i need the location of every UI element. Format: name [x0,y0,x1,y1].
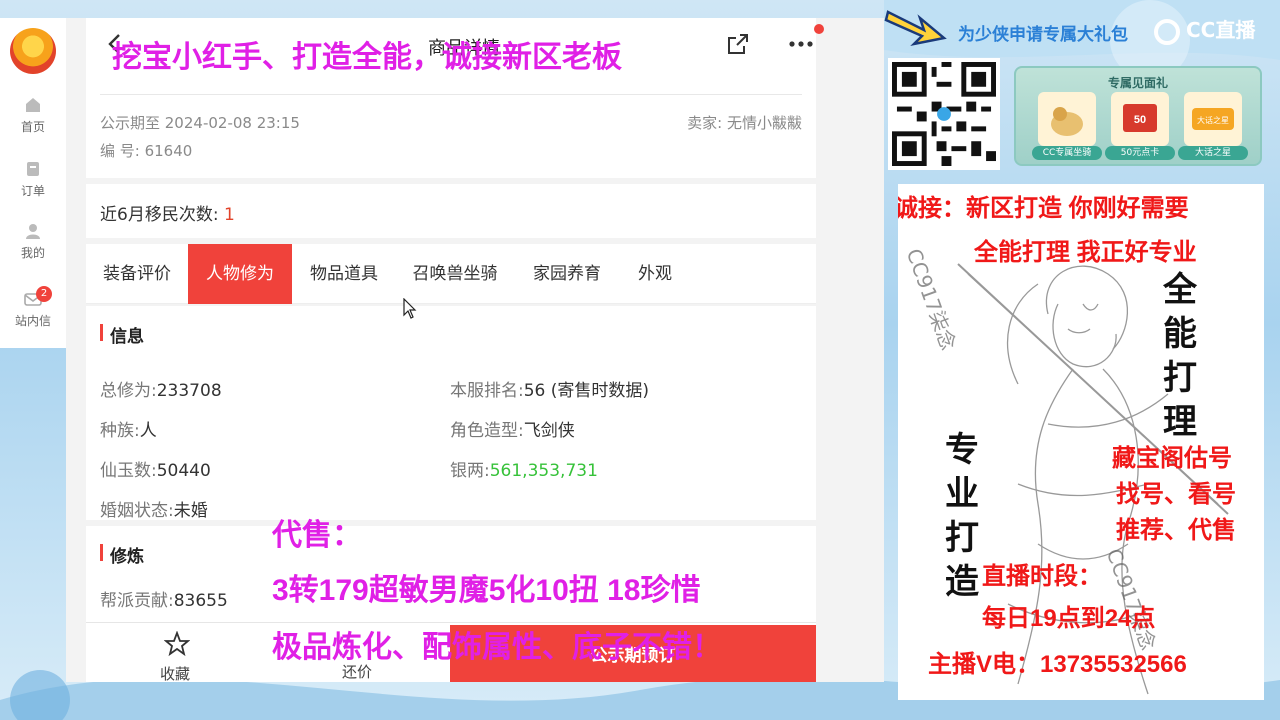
mount-icon [1051,107,1083,136]
gift-box-panel[interactable]: 专属见面礼 50 大话之星 CC专属坐骑 50元点卡 大话之星 [1014,66,1262,166]
poster-vertical-right: 全能打理 [1163,270,1197,442]
cc-live-logo: CC直播 [1154,14,1270,48]
marital-status: 婚姻状态:未婚 [100,501,208,521]
live-hours: 每日19点到24点 [982,605,1156,632]
nav-mine-label: 我的 [20,246,45,260]
star-icon[interactable] [164,631,190,657]
poster-service-2: 找号、看号 [1116,481,1236,508]
tab-character[interactable]: 人物修为 [188,244,292,304]
character-model: 角色造型:飞剑侠 [450,421,575,441]
tab-pets-mounts[interactable]: 召唤兽坐骑 [396,244,514,304]
gift-title: 专属见面礼 [1107,76,1168,90]
poster-vertical-left: 专业打造 [945,430,979,602]
tab-appearance[interactable]: 外观 [620,244,690,304]
promo-banner-text: 为少侠申请专属大礼包 [958,25,1128,45]
race: 种族:人 [100,421,157,441]
nav-orders-label: 订单 [20,184,45,198]
seller-name[interactable]: 卖家: 无情小黻黻 [687,112,802,133]
gift-mount-item [1038,92,1096,146]
svg-text:50: 50 [1134,114,1146,126]
notification-dot [814,24,824,34]
guild-contribution: 帮派贡献:83655 [100,591,228,611]
overlay-sell-title: 代售： [272,519,362,552]
tab-equipment[interactable]: 装备评价 [86,244,188,304]
info-section: 信息 总修为:233708 本服排名:56 (寄售时数据) 种族:人 角色造型:… [86,306,816,521]
nav-messages[interactable]: 2 站内信 [0,286,66,329]
qr-code [888,58,1000,170]
cultivation-title: 修炼 [100,542,144,567]
overlay-headline: 挖宝小红手、打造全能，诚接新区老板 [112,41,622,74]
detail-tabs: 装备评价 人物修为 物品道具 召唤兽坐骑 家园养育 外观 [86,244,816,304]
streamer-poster: CC917柒念 CC917柒念 诚接：新区打造 你刚好需要 全能打理 我正好专业… [898,184,1264,700]
listing-meta: 公示期至 2024-02-08 23:15 卖家: 无情小黻黻 编 号: 616… [86,78,816,178]
nav-messages-label: 站内信 [14,314,51,328]
silver-amount: 银两:561,353,731 [450,461,598,481]
nav-orders[interactable]: 订单 [0,160,66,199]
left-nav: 首页 订单 我的 2 站内信 [0,18,66,348]
overlay-sell-line2: 极品炼化、配饰属性、底子不错！ [272,631,722,664]
overlay-sell-line1: 3转179超敏男魔5化10扭 18珍惜 [272,574,701,607]
poster-line1: 诚接：新区打造 你刚好需要 [898,195,1189,222]
divider [100,94,802,95]
gift-label-mount: CC专属坐骑 [1032,146,1102,160]
tab-items[interactable]: 物品道具 [292,244,396,304]
contact-phone: 主播V电：13735532566 [928,651,1187,678]
mouse-cursor-icon [403,298,417,319]
live-hours-title: 直播时段： [982,563,1102,590]
svg-text:大话之星: 大话之星 [1197,115,1229,125]
app-logo[interactable] [10,28,56,74]
migration-label: 近6月移民次数: 1 [100,205,235,225]
order-icon [27,162,39,176]
favorite-label[interactable]: 收藏 [160,663,190,682]
gift-star-item: 大话之星 [1184,92,1242,146]
info-title: 信息 [100,322,144,347]
gift-card-item: 50 [1111,92,1169,146]
share-icon[interactable] [726,32,750,56]
server-rank: 本服排名:56 (寄售时数据) [450,381,650,401]
nav-mine[interactable]: 我的 [0,222,66,261]
migration-count-row: 近6月移民次数: 1 [86,184,816,238]
nav-home[interactable]: 首页 [0,96,66,135]
poster-service-1: 藏宝阁估号 [1112,445,1232,472]
total-cultivation: 总修为:233708 [100,381,222,401]
jade-count: 仙玉数:50440 [100,461,211,481]
card-icon: 50 [1123,104,1157,132]
user-icon [26,224,40,239]
poster-line2: 全能打理 我正好专业 [974,239,1197,266]
nav-home-label: 首页 [20,120,45,134]
arrow-icon [884,10,947,47]
publicity-date: 公示期至 2024-02-08 23:15 [100,114,300,132]
gift-label-star: 大话之星 [1178,146,1248,160]
more-dots-icon[interactable] [786,32,816,56]
migration-value: 1 [223,205,235,225]
poster-service-3: 推荐、代售 [1116,517,1236,544]
message-count-badge: 2 [36,286,52,302]
tab-home[interactable]: 家园养育 [514,244,620,304]
gift-label-card: 50元点卡 [1105,146,1175,160]
star-badge-icon: 大话之星 [1192,108,1234,130]
listing-number: 编 号: 61640 [100,142,193,160]
home-icon [26,98,40,112]
